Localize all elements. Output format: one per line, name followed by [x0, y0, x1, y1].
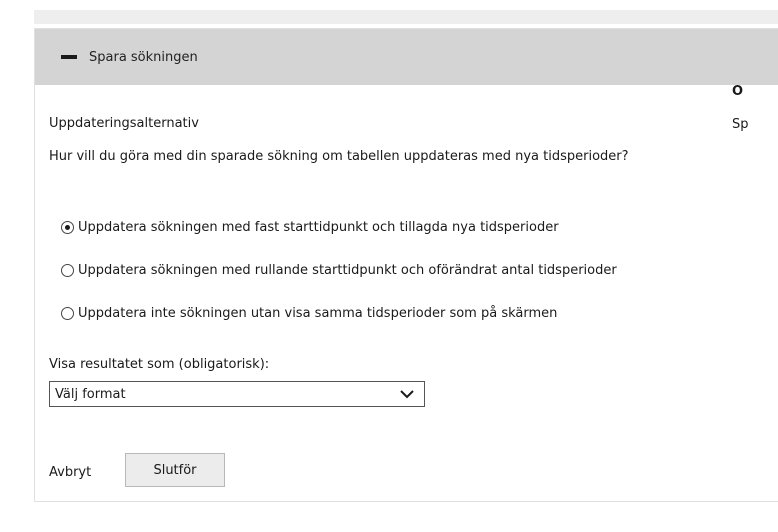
- format-select[interactable]: Välj format: [49, 381, 425, 407]
- update-options-title: Uppdateringsalternativ: [49, 116, 199, 131]
- format-label: Visa resultatet som (obligatorisk):: [49, 357, 270, 372]
- format-selected-value: Välj format: [55, 386, 126, 402]
- update-question-text: Hur vill du göra med din sparade sökning…: [49, 149, 629, 164]
- option-no-update[interactable]: Uppdatera inte sökningen utan visa samma…: [61, 306, 557, 321]
- top-divider-strip: [34, 10, 778, 24]
- option-no-update-label: Uppdatera inte sökningen utan visa samma…: [78, 306, 558, 321]
- side-column-text: Sp: [732, 117, 749, 132]
- chevron-down-icon: [400, 390, 414, 399]
- finish-button[interactable]: Slutför: [125, 453, 225, 487]
- save-search-panel: Spara sökningen Uppdateringsalternativ H…: [34, 28, 778, 502]
- option-fixed-start-label: Uppdatera sökningen med fast starttidpun…: [78, 220, 559, 235]
- radio-rolling-start[interactable]: [61, 264, 74, 277]
- option-fixed-start[interactable]: Uppdatera sökningen med fast starttidpun…: [61, 220, 559, 235]
- panel-header-label: Spara sökningen: [89, 49, 198, 65]
- side-column-heading: O: [732, 84, 744, 99]
- radio-fixed-start[interactable]: [61, 221, 74, 234]
- option-rolling-start-label: Uppdatera sökningen med rullande startti…: [78, 263, 617, 278]
- save-search-header[interactable]: Spara sökningen: [35, 29, 778, 85]
- option-rolling-start[interactable]: Uppdatera sökningen med rullande startti…: [61, 263, 617, 278]
- collapse-minus-icon[interactable]: [61, 55, 77, 59]
- radio-no-update[interactable]: [61, 307, 74, 320]
- cancel-link[interactable]: Avbryt: [49, 465, 91, 480]
